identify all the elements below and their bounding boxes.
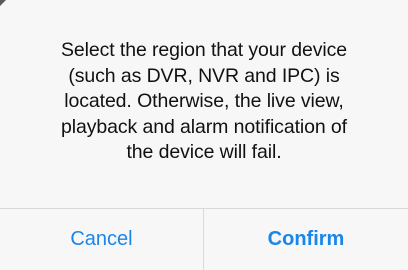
corner-mark bbox=[0, 0, 6, 6]
alert-message-line: located. Otherwise, the live view, bbox=[64, 90, 344, 113]
alert-message-line: (such as DVR, NVR and IPC) is bbox=[68, 64, 340, 87]
alert-message-line: playback and alarm notification of bbox=[60, 115, 347, 138]
alert-message-line: Select the region that your device bbox=[60, 39, 348, 61]
confirm-button[interactable]: Confirm bbox=[204, 209, 408, 270]
alert-message: Select the region that your device (such… bbox=[24, 38, 384, 166]
cancel-button[interactable]: Cancel bbox=[0, 209, 203, 270]
alert-dialog: Select the region that your device (such… bbox=[0, 0, 408, 270]
alert-message-line: the device will fail. bbox=[126, 141, 282, 164]
